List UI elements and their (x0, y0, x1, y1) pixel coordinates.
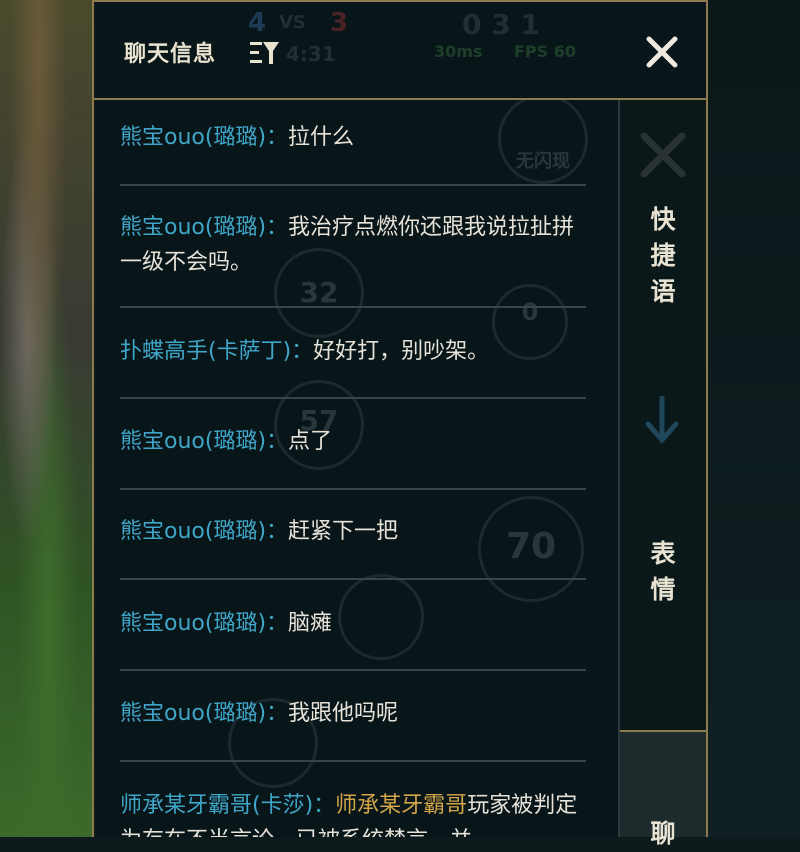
ghost-0-label: 0 (521, 298, 539, 326)
chat-message: 熊宝ouo(璐璐)：我治疗点燃你还跟我说拉扯拼一级不会吗。 (120, 210, 590, 280)
tab-emoji-label: 表情 (650, 539, 676, 604)
divider (120, 488, 586, 490)
tab-chat[interactable]: 聊 (620, 730, 706, 848)
filter-icon[interactable] (250, 40, 280, 66)
sender-name[interactable]: 熊宝ouo(璐璐)： (120, 125, 288, 150)
divider (120, 760, 586, 762)
sender-name[interactable]: 熊宝ouo(璐璐)： (120, 519, 288, 544)
tab-quick-label: 快捷语 (650, 205, 676, 306)
game-map-left (0, 0, 96, 837)
message-list: 无闪现 32 0 57 70 熊宝ouo(璐璐)：拉什么 熊宝ouo(璐璐)：我… (94, 100, 618, 837)
chat-message: 熊宝ouo(璐璐)：拉什么 (120, 120, 590, 155)
sender-name[interactable]: 扑蝶高手(卡萨丁)： (120, 339, 313, 364)
chat-message: 熊宝ouo(璐璐)：我跟他吗呢 (120, 696, 590, 731)
divider (120, 184, 586, 186)
highlighted-name: 师承某牙霸哥 (335, 793, 468, 818)
game-map-right (708, 0, 800, 837)
chat-message: 熊宝ouo(璐璐)：脑瘫 (120, 606, 590, 641)
chat-header: 聊天信息 (94, 0, 706, 100)
message-text: 我跟他吗呢 (288, 701, 399, 726)
arrow-down-icon (645, 396, 679, 444)
sender-name[interactable]: 熊宝ouo(璐璐)： (120, 611, 288, 636)
chat-message: 熊宝ouo(璐璐)：赶紧下一把 (120, 514, 590, 549)
ghost-70-avatar: 70 (478, 496, 584, 602)
close-icon[interactable] (642, 32, 682, 72)
close-ghost-icon (640, 132, 686, 178)
tab-chat-label: 聊 (650, 819, 676, 848)
chat-message: 熊宝ouo(璐璐)：点了 (120, 424, 590, 459)
side-tabs: 快捷语 表情 聊 (618, 100, 706, 848)
divider (120, 578, 586, 580)
message-text: 赶紧下一把 (288, 519, 399, 544)
tab-emoji[interactable]: 表情 (620, 536, 706, 608)
ghost-32-label: 32 (299, 276, 339, 309)
sender-name[interactable]: 熊宝ouo(璐璐)： (120, 215, 288, 240)
message-text: 脑瘫 (288, 611, 333, 636)
tab-quick-phrases[interactable]: 快捷语 (620, 202, 706, 310)
sender-name[interactable]: 熊宝ouo(璐璐)： (120, 429, 288, 454)
divider (120, 669, 586, 671)
message-text: 好好打，别吵架。 (313, 339, 490, 364)
chat-panel: 4 VS 3 0 3 1 4:31 30ms FPS 60 聊天信息 无闪现 3… (92, 0, 708, 848)
divider (120, 306, 586, 308)
divider (120, 397, 586, 399)
message-text: 点了 (288, 429, 333, 454)
sender-name[interactable]: 熊宝ouo(璐璐)： (120, 701, 288, 726)
chat-message: 师承某牙霸哥(卡莎)：师承某牙霸哥玩家被判定为存在不当言论，已被系统禁言，并 (120, 788, 590, 837)
message-text: 拉什么 (288, 125, 355, 150)
page-title: 聊天信息 (124, 42, 217, 67)
chat-message: 扑蝶高手(卡萨丁)：好好打，别吵架。 (120, 334, 590, 369)
sender-name[interactable]: 师承某牙霸哥(卡莎)： (120, 793, 335, 818)
